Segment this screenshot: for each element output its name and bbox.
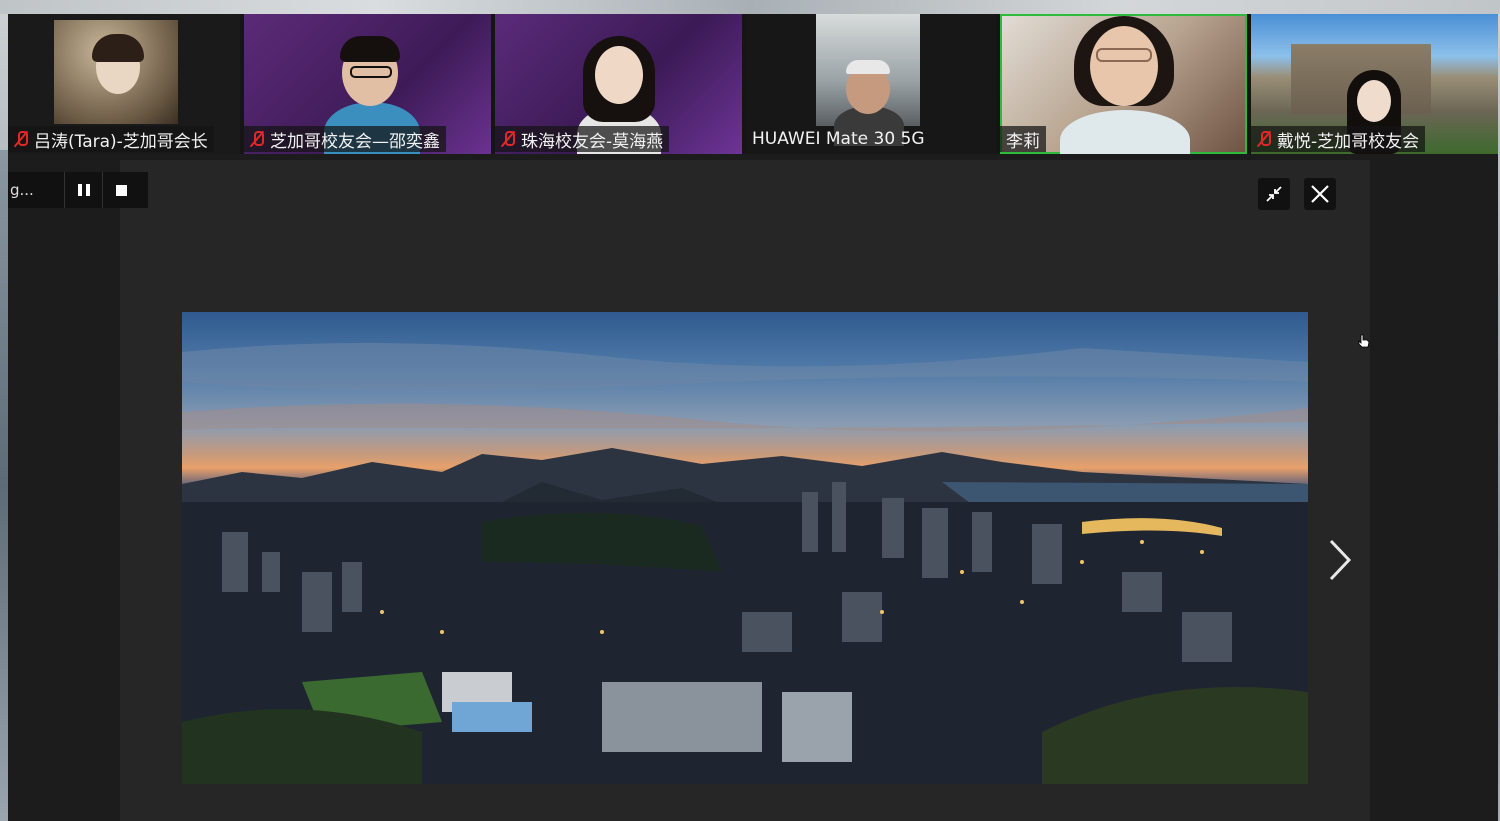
meeting-window: 吕涛(Tara)-芝加哥会长 芝加哥校友会—邵奕鑫 珠海校友会-莫海燕 HUAW… (8, 14, 1498, 821)
participant-gallery: 吕涛(Tara)-芝加哥会长 芝加哥校友会—邵奕鑫 珠海校友会-莫海燕 HUAW… (8, 14, 1498, 154)
exit-fullscreen-button[interactable] (1258, 178, 1290, 210)
participant-name-bar: 芝加哥校友会—邵奕鑫 (244, 126, 446, 152)
recording-label: g... (10, 181, 34, 199)
hand-cursor-icon (1358, 334, 1370, 348)
participant-hair (846, 60, 890, 74)
participant-name-bar: 吕涛(Tara)-芝加哥会长 (8, 126, 214, 152)
participant-tile[interactable]: 吕涛(Tara)-芝加哥会长 (8, 14, 240, 154)
participant-name: 珠海校友会-莫海燕 (521, 131, 664, 152)
close-icon (1311, 185, 1329, 203)
participant-name: 戴悦-芝加哥校友会 (1277, 131, 1420, 152)
participant-face (595, 46, 643, 104)
participant-name: 芝加哥校友会—邵奕鑫 (270, 131, 440, 152)
mic-muted-icon (250, 130, 264, 148)
panorama-scene (182, 342, 1308, 784)
participant-name: 吕涛(Tara)-芝加哥会长 (34, 131, 208, 152)
participant-tile[interactable]: 芝加哥校友会—邵奕鑫 (244, 14, 491, 154)
participant-face (1357, 80, 1391, 122)
city-panorama-image (182, 312, 1308, 784)
mic-muted-icon (1257, 130, 1271, 148)
participant-name-bar: 珠海校友会-莫海燕 (495, 126, 670, 152)
glasses-shape (1096, 48, 1152, 62)
stop-icon (116, 184, 127, 196)
recording-controls: g... (8, 172, 148, 208)
participant-name-bar: HUAWEI Mate 30 5G (746, 126, 931, 152)
participant-name: HUAWEI Mate 30 5G (752, 129, 925, 149)
close-share-button[interactable] (1304, 178, 1336, 210)
pause-recording-button[interactable] (64, 172, 102, 208)
participant-tile[interactable]: HUAWEI Mate 30 5G (746, 14, 996, 154)
next-image-button[interactable] (1320, 530, 1360, 590)
participant-face (1090, 26, 1158, 106)
mic-muted-icon (501, 130, 515, 148)
participant-name-bar: 李莉 (1000, 126, 1046, 152)
participant-name: 李莉 (1006, 131, 1040, 152)
participant-hair (340, 36, 400, 62)
shared-screen (120, 160, 1370, 821)
glasses-shape (350, 66, 392, 78)
participant-tile[interactable]: 戴悦-芝加哥校友会 (1251, 14, 1498, 154)
participant-name-bar: 戴悦-芝加哥校友会 (1251, 126, 1426, 152)
participant-tile-active-speaker[interactable]: 李莉 (1000, 14, 1247, 154)
chevron-right-icon (1329, 539, 1352, 581)
participant-body (1060, 110, 1190, 154)
pause-icon (77, 184, 90, 196)
stop-recording-button[interactable] (102, 172, 140, 208)
collapse-icon (1266, 186, 1282, 202)
mic-muted-icon (14, 130, 28, 148)
participant-tile[interactable]: 珠海校友会-莫海燕 (495, 14, 742, 154)
backdrop-top-strip (0, 0, 1500, 14)
